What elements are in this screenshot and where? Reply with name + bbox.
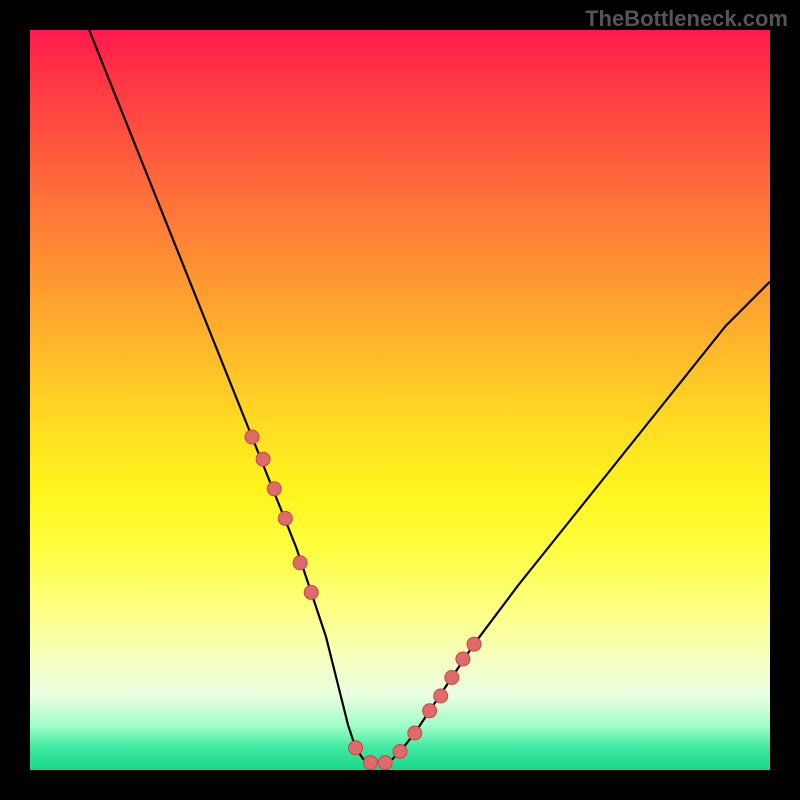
data-point: [349, 741, 363, 755]
data-point: [267, 482, 281, 496]
data-point: [456, 652, 470, 666]
watermark-text: TheBottleneck.com: [585, 6, 788, 32]
data-point: [363, 756, 377, 770]
data-point: [293, 556, 307, 570]
chart-svg: [30, 30, 770, 770]
data-point: [304, 585, 318, 599]
plot-area: [30, 30, 770, 770]
data-point: [445, 671, 459, 685]
data-markers: [245, 430, 481, 770]
data-point: [278, 511, 292, 525]
data-point: [378, 756, 392, 770]
data-point: [256, 452, 270, 466]
data-point: [393, 745, 407, 759]
chart-container: TheBottleneck.com: [0, 0, 800, 800]
bottleneck-curve: [89, 30, 770, 763]
data-point: [423, 704, 437, 718]
data-point: [245, 430, 259, 444]
data-point: [408, 726, 422, 740]
data-point: [434, 689, 448, 703]
data-point: [467, 637, 481, 651]
